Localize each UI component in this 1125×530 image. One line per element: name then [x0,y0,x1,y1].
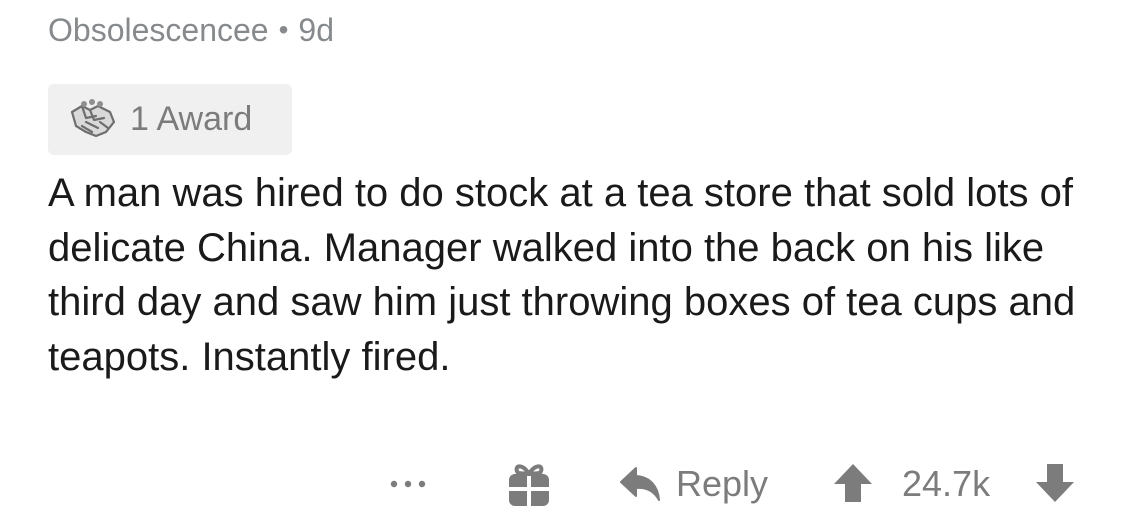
award-chip[interactable]: 1 Award [48,84,292,155]
reply-button[interactable]: Reply [618,458,768,510]
vote-score: 24.7k [902,463,991,504]
reply-arrow-icon [620,467,660,501]
upvote-button[interactable] [832,462,874,504]
gift-icon [509,464,549,506]
give-award-button[interactable] [506,460,552,508]
downvote-button[interactable] [1034,462,1076,504]
reply-label: Reply [676,463,769,504]
award-label: 1 Award [130,100,253,138]
more-options-button[interactable] [388,462,428,506]
comment-meta: Obsolescencee • 9d [48,8,334,52]
comment-author[interactable]: Obsolescencee [48,8,269,52]
meta-separator: • [278,14,289,45]
more-dots-icon [390,480,426,488]
handshake-award-icon [70,98,116,137]
upvote-arrow-icon [834,464,872,502]
downvote-arrow-icon [1036,464,1074,502]
comment-body: A man was hired to do stock at a tea sto… [48,171,1076,379]
comment-age: 9d [298,12,334,48]
